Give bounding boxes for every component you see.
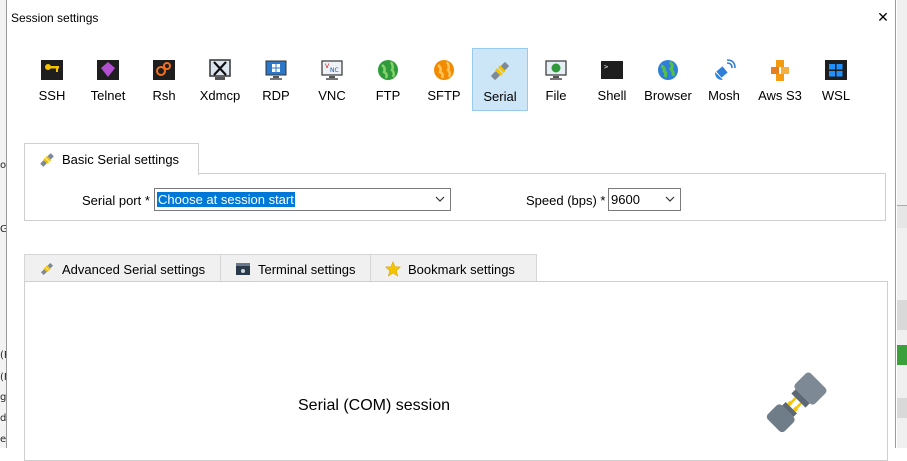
serial-port-label: Serial port * xyxy=(82,193,150,208)
session-title: Serial (COM) session xyxy=(298,397,451,414)
serial-port-value: Choose at session start xyxy=(157,192,295,207)
terminal-icon xyxy=(236,263,250,275)
rsh-icon xyxy=(153,60,175,80)
close-button[interactable]: ✕ xyxy=(871,4,895,30)
telnet-icon xyxy=(97,60,119,80)
vnc-monitor-icon: V NC xyxy=(321,60,343,80)
title-bar: Session settings ✕ xyxy=(7,0,895,36)
serial-plug-icon xyxy=(491,62,509,80)
sftp-globe-icon xyxy=(434,60,454,80)
ssh-key-icon xyxy=(41,60,63,80)
serial-plug-icon xyxy=(766,372,827,433)
tab-label: Bookmark settings xyxy=(408,262,515,277)
serial-port-select[interactable]: Choose at session start xyxy=(154,188,451,211)
speed-value: 9600 xyxy=(611,192,640,207)
xdmcp-icon xyxy=(209,59,231,80)
star-icon xyxy=(385,261,401,277)
tab-terminal-settings[interactable]: Terminal settings xyxy=(220,254,371,282)
wsl-windows-icon xyxy=(825,60,847,80)
tab-basic-serial-settings[interactable]: Basic Serial settings xyxy=(24,143,199,175)
ftp-globe-icon xyxy=(378,60,398,80)
svg-text:NC: NC xyxy=(330,67,339,74)
serial-plug-icon xyxy=(41,263,53,275)
tab-label: Basic Serial settings xyxy=(62,152,180,167)
svg-text:>: > xyxy=(604,63,608,71)
tab-bookmark-settings[interactable]: Bookmark settings xyxy=(370,254,537,282)
chevron-down-icon xyxy=(435,196,445,202)
window-title: Session settings xyxy=(11,11,99,25)
shell-terminal-icon: > xyxy=(601,61,623,79)
advanced-settings-panel xyxy=(24,281,888,461)
session-settings-dialog: Session settings ✕ SSH Telnet Rsh Xdmcp … xyxy=(6,0,896,461)
session-type-label: WSL xyxy=(821,88,851,103)
aws-s3-cubes-icon xyxy=(771,60,789,81)
speed-label: Speed (bps) * xyxy=(526,193,606,208)
tab-label: Terminal settings xyxy=(258,262,356,277)
file-monitor-icon xyxy=(545,60,567,80)
background-app-right xyxy=(897,0,907,448)
browser-globe-icon xyxy=(658,60,678,80)
session-type-wsl[interactable]: WSL xyxy=(809,48,863,110)
session-type-toolbar: SSH Telnet Rsh Xdmcp RDP V NC VNC FTP SF… xyxy=(7,46,895,112)
mosh-satellite-icon xyxy=(715,59,736,80)
rdp-monitor-icon xyxy=(265,60,287,80)
tab-advanced-serial-settings[interactable]: Advanced Serial settings xyxy=(24,254,221,282)
chevron-down-icon xyxy=(665,196,675,202)
tab-label: Advanced Serial settings xyxy=(62,262,206,277)
serial-plug-icon xyxy=(40,153,54,167)
speed-select[interactable]: 9600 xyxy=(608,188,681,211)
